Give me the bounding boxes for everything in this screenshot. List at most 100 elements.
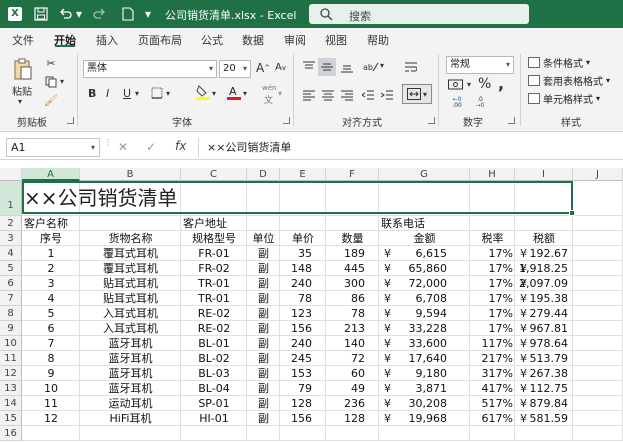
align-center-icon[interactable] [321,88,335,102]
cell-tax[interactable]: 2,097.09 [515,276,573,291]
cell-model[interactable]: FR-02 [181,261,247,276]
borders-dropdown-icon[interactable]: ▾ [166,89,170,98]
cell-rate[interactable]: 317% [470,366,515,381]
copy-icon[interactable] [44,75,58,89]
undo-dropdown-icon[interactable]: ▾ [75,6,83,22]
tab-data[interactable]: 数据 [242,32,264,48]
cell-rate[interactable]: 17% [470,261,515,276]
cell-amount[interactable]: 33,228 [379,321,470,336]
merge-center-button[interactable]: ▾ [402,84,432,104]
column-header-h[interactable]: H [470,168,515,181]
percent-style-button[interactable]: % [478,76,491,92]
cell-price[interactable]: 153 [280,366,326,381]
orientation-dropdown-icon[interactable]: ▾ [380,61,384,70]
cell-amount[interactable]: 19,968 [379,411,470,426]
cell-product-name[interactable]: 蓝牙耳机 [80,351,181,366]
borders-icon[interactable] [150,86,164,100]
align-middle-icon[interactable] [318,58,336,76]
cell-model[interactable]: TR-01 [181,276,247,291]
cell-amount[interactable]: 3,871 [379,381,470,396]
new-file-icon[interactable] [121,6,135,22]
cell-no[interactable]: 8 [22,351,80,366]
cell-price[interactable]: 245 [280,351,326,366]
cell-rate[interactable]: 17% [470,246,515,261]
tab-help[interactable]: 帮助 [367,32,389,48]
cell-unit[interactable]: 副 [247,411,280,426]
row-header-5[interactable]: 5 [0,261,22,276]
cell-qty[interactable]: 86 [326,291,379,306]
column-header-c[interactable]: C [181,168,247,181]
column-header-f[interactable]: F [326,168,379,181]
cell-unit[interactable]: 副 [247,276,280,291]
cell-no[interactable]: 9 [22,366,80,381]
cell-unit[interactable]: 副 [247,306,280,321]
fill-handle[interactable] [569,210,575,216]
decrease-font-size-button[interactable]: Av [275,62,286,73]
cell-amount[interactable]: 72,000 [379,276,470,291]
increase-decimal-button[interactable]: ←0.00 [447,96,467,110]
cell-product-name[interactable]: 贴耳式耳机 [80,291,181,306]
cell-qty[interactable]: 236 [326,396,379,411]
cell-rate[interactable]: 517% [470,396,515,411]
column-header-a[interactable]: A [22,168,80,181]
cell-header-b[interactable]: 货物名称 [80,231,181,246]
paste-button[interactable]: 粘贴 [12,83,32,98]
customize-quick-access-icon[interactable]: ▾ [143,6,153,22]
cell-tax[interactable]: 112.75 [515,381,573,396]
cell-customer-name-label[interactable]: 客户名称 [22,216,80,231]
cell-amount[interactable]: 65,860 [379,261,470,276]
cell-price[interactable]: 128 [280,396,326,411]
cell-model[interactable]: BL-02 [181,351,247,366]
save-icon[interactable] [32,6,50,22]
underline-dropdown-icon[interactable]: ▾ [135,89,139,98]
cell-no[interactable]: 5 [22,306,80,321]
tab-file[interactable]: 文件 [12,32,34,48]
row-header-7[interactable]: 7 [0,291,22,306]
cell-tax[interactable]: 879.84 [515,396,573,411]
row-header-12[interactable]: 12 [0,366,22,381]
italic-button[interactable]: I [106,87,109,100]
cell-unit[interactable]: 副 [247,291,280,306]
tab-review[interactable]: 审阅 [284,32,306,48]
search-box[interactable]: 搜索 [309,4,529,24]
cell-rate[interactable]: 117% [470,336,515,351]
column-header-i[interactable]: I [515,168,573,181]
align-bottom-icon[interactable] [340,60,354,74]
conditional-formatting-button[interactable]: 条件格式 ▾ [528,55,590,70]
increase-font-size-button[interactable]: A ^ [256,61,270,75]
cell-model[interactable]: BL-01 [181,336,247,351]
cell-product-name[interactable]: 运动耳机 [80,396,181,411]
cell-no[interactable]: 2 [22,261,80,276]
number-dialog-launcher-icon[interactable] [508,117,515,124]
cell-tax[interactable]: 513.79 [515,351,573,366]
cell-qty[interactable]: 445 [326,261,379,276]
enter-check-icon[interactable]: ✓ [146,140,156,154]
cell-qty[interactable]: 300 [326,276,379,291]
increase-indent-icon[interactable] [380,88,394,102]
align-top-icon[interactable] [302,60,316,74]
cell-rate[interactable]: 417% [470,381,515,396]
cell-no[interactable]: 1 [22,246,80,261]
tab-insert[interactable]: 插入 [96,32,118,48]
cell-amount[interactable]: 9,180 [379,366,470,381]
format-painter-icon[interactable]: 🖌 [44,93,58,107]
align-right-icon[interactable] [340,88,354,102]
cell-product-name[interactable]: HiFi耳机 [80,411,181,426]
cell-no[interactable]: 10 [22,381,80,396]
cell-model[interactable]: FR-01 [181,246,247,261]
cell-product-name[interactable]: 蓝牙耳机 [80,381,181,396]
cell-model[interactable]: HI-01 [181,411,247,426]
cell-model[interactable]: TR-01 [181,291,247,306]
cell-no[interactable]: 6 [22,321,80,336]
column-header-d[interactable]: D [247,168,280,181]
cell-unit[interactable]: 副 [247,351,280,366]
cut-icon[interactable]: ✂ [44,56,58,70]
cell-qty[interactable]: 60 [326,366,379,381]
undo-icon[interactable] [57,6,75,22]
cell-amount[interactable]: 6,708 [379,291,470,306]
select-all-corner[interactable] [0,168,22,181]
cancel-icon[interactable]: ✕ [118,140,128,154]
row-header-10[interactable]: 10 [0,336,22,351]
alignment-dialog-launcher-icon[interactable] [428,117,435,124]
number-format-select[interactable]: 常规 ▾ [446,56,514,74]
